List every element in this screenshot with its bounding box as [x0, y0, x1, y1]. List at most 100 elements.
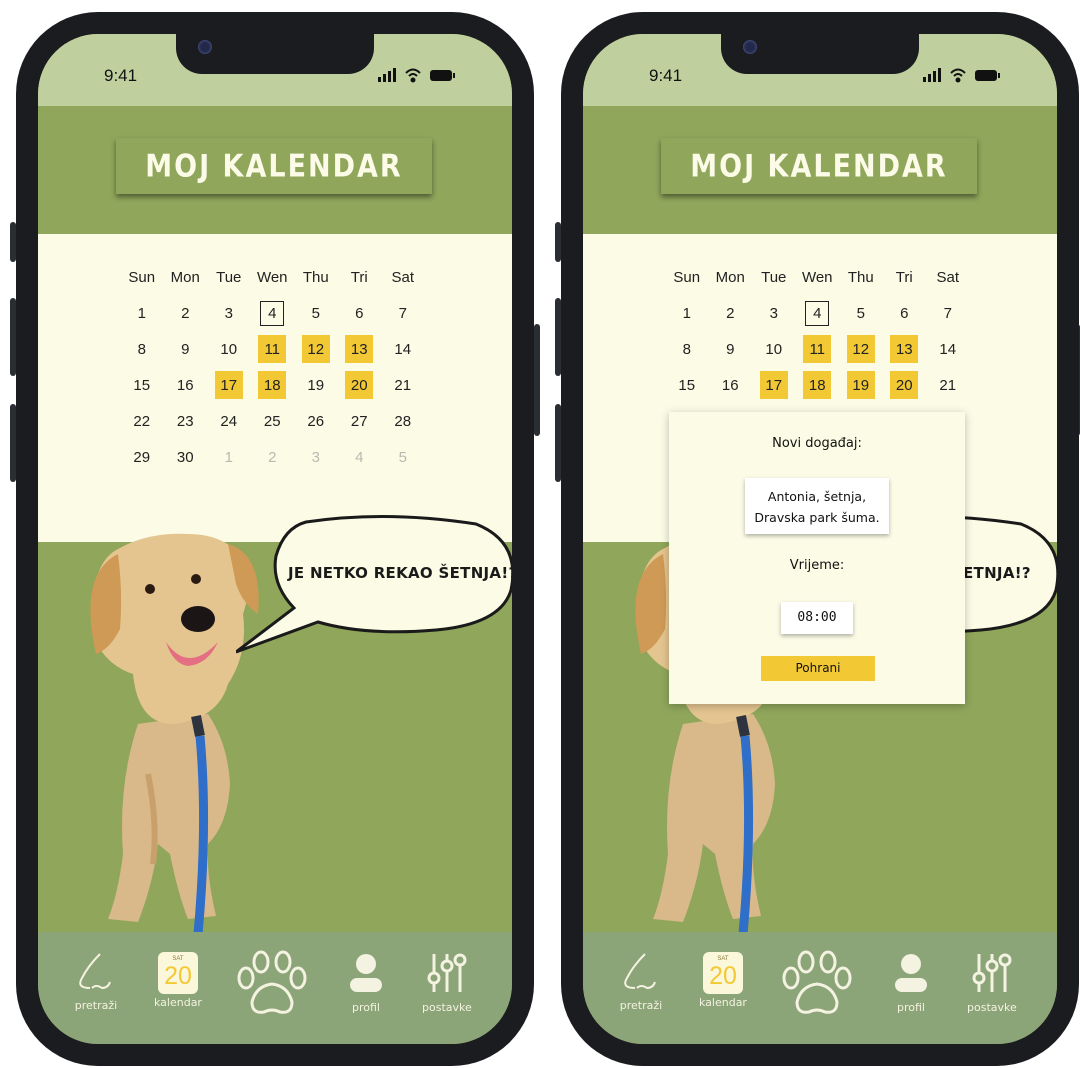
- calendar-day[interactable]: 7: [381, 295, 425, 331]
- calendar-day[interactable]: 20: [883, 367, 927, 403]
- calendar-day-number: 8: [137, 340, 146, 358]
- calendar-day[interactable]: 6: [338, 295, 382, 331]
- calendar-day[interactable]: 24: [207, 403, 251, 439]
- tab-search[interactable]: pretraži: [619, 952, 663, 1012]
- calendar-grid: Sun Mon Tue Wen Thu Tri Sat 1 2 3 4 5 6 7 8 9 10 11 12 13 14…: [665, 259, 970, 403]
- calendar-grid: Sun Mon Tue Wen Thu Tri Sat 1 2 3 4 5 6 7 8 9 10 11 12 13 14…: [120, 259, 425, 475]
- calendar-day[interactable]: 4: [796, 295, 840, 331]
- volume-up-button: [10, 298, 16, 376]
- tab-profile[interactable]: profil: [891, 952, 931, 1014]
- calendar-day[interactable]: 28: [381, 403, 425, 439]
- calendar-day[interactable]: 2: [709, 295, 753, 331]
- tab-settings[interactable]: postavke: [967, 952, 1017, 1014]
- calendar-day[interactable]: 3: [752, 295, 796, 331]
- calendar-day[interactable]: 21: [381, 367, 425, 403]
- calendar-day[interactable]: 8: [665, 331, 709, 367]
- calendar-day[interactable]: 20: [338, 367, 382, 403]
- status-bar: 9:41: [38, 34, 512, 106]
- calendar-day[interactable]: 11: [251, 331, 295, 367]
- camera: [198, 40, 212, 54]
- tab-calendar[interactable]: SAT 20 kalendar: [154, 952, 202, 1009]
- calendar-day[interactable]: 22: [120, 403, 164, 439]
- tab-profile[interactable]: profil: [346, 952, 386, 1014]
- tab-home[interactable]: [236, 950, 308, 1023]
- screen: 9:41 MOJ KALENDAR Sun Mon Tue Wen Thu Tri Sat 1…: [38, 34, 512, 1044]
- calendar-day[interactable]: 27: [338, 403, 382, 439]
- calendar-day-number: 19: [846, 371, 875, 399]
- time-field[interactable]: 08:00: [781, 602, 853, 634]
- calendar-day[interactable]: 5: [839, 295, 883, 331]
- calendar-day[interactable]: 3: [207, 295, 251, 331]
- event-field[interactable]: Antonia, šetnja, Dravska park šuma.: [745, 478, 889, 534]
- calendar-day[interactable]: 13: [883, 331, 927, 367]
- calendar-day[interactable]: 16: [709, 367, 753, 403]
- tab-profile-label: profil: [897, 1001, 925, 1014]
- weekday-header: Tri: [350, 268, 368, 286]
- tab-calendar[interactable]: SAT 20 kalendar: [699, 952, 747, 1009]
- calendar-day[interactable]: 13: [338, 331, 382, 367]
- calendar-day-number: 7: [398, 304, 407, 322]
- time-label: Vrijeme:: [789, 558, 845, 573]
- calendar-day[interactable]: 9: [709, 331, 753, 367]
- calendar-day-number: 27: [350, 412, 368, 430]
- calendar-day[interactable]: 26: [294, 403, 338, 439]
- calendar-day[interactable]: 1: [207, 439, 251, 475]
- calendar-day[interactable]: 15: [665, 367, 709, 403]
- weekday-header: Tue: [216, 268, 242, 286]
- calendar-day-number: 10: [220, 340, 238, 358]
- calendar-day[interactable]: 8: [120, 331, 164, 367]
- calendar-day[interactable]: 2: [251, 439, 295, 475]
- mute-switch: [10, 222, 16, 262]
- calendar-day[interactable]: 10: [752, 331, 796, 367]
- calendar-day-number: 20: [345, 371, 374, 399]
- calendar-day[interactable]: 3: [294, 439, 338, 475]
- tab-search[interactable]: pretraži: [74, 952, 118, 1012]
- calendar-day[interactable]: 16: [164, 367, 208, 403]
- calendar-day[interactable]: 7: [926, 295, 970, 331]
- calendar-day[interactable]: 17: [752, 367, 796, 403]
- calendar-day[interactable]: 6: [883, 295, 927, 331]
- calendar-day-number: 7: [943, 304, 952, 322]
- calendar-day[interactable]: 15: [120, 367, 164, 403]
- save-button[interactable]: Pohrani: [761, 656, 875, 681]
- calendar-day[interactable]: 9: [164, 331, 208, 367]
- calendar-day-number: 22: [133, 412, 151, 430]
- calendar-day[interactable]: 19: [839, 367, 883, 403]
- calendar-day[interactable]: 30: [164, 439, 208, 475]
- volume-down-button: [555, 404, 561, 482]
- tab-home[interactable]: [781, 950, 853, 1023]
- page-title: MOJ KALENDAR: [690, 148, 948, 184]
- calendar-day-number: 16: [721, 376, 739, 394]
- calendar-day[interactable]: 19: [294, 367, 338, 403]
- calendar-day[interactable]: 11: [796, 331, 840, 367]
- calendar-day[interactable]: 12: [294, 331, 338, 367]
- wifi-icon: [405, 68, 421, 83]
- tab-settings[interactable]: postavke: [422, 952, 472, 1014]
- page-title: MOJ KALENDAR: [145, 148, 403, 184]
- status-time: 9:41: [104, 66, 138, 85]
- calendar-day[interactable]: 5: [381, 439, 425, 475]
- calendar-day[interactable]: 21: [926, 367, 970, 403]
- calendar-day[interactable]: 18: [796, 367, 840, 403]
- calendar-day[interactable]: 29: [120, 439, 164, 475]
- calendar-day[interactable]: 12: [839, 331, 883, 367]
- calendar-day[interactable]: 18: [251, 367, 295, 403]
- calendar-day[interactable]: 1: [665, 295, 709, 331]
- calendar-day[interactable]: 2: [164, 295, 208, 331]
- signal-icon: [378, 68, 396, 82]
- calendar-day[interactable]: 10: [207, 331, 251, 367]
- calendar-day[interactable]: 5: [294, 295, 338, 331]
- calendar-day-number: 16: [176, 376, 194, 394]
- calendar-day[interactable]: 14: [381, 331, 425, 367]
- calendar-day[interactable]: 17: [207, 367, 251, 403]
- notch: [721, 34, 919, 74]
- calendar-day[interactable]: 4: [251, 295, 295, 331]
- calendar-day[interactable]: 14: [926, 331, 970, 367]
- calendar-day[interactable]: 23: [164, 403, 208, 439]
- calendar-day[interactable]: 4: [338, 439, 382, 475]
- calendar-day[interactable]: 1: [120, 295, 164, 331]
- calendar-day-number: 5: [311, 304, 320, 322]
- calendar-day-number: 17: [214, 371, 243, 399]
- calendar-day-number: 6: [355, 304, 364, 322]
- calendar-day[interactable]: 25: [251, 403, 295, 439]
